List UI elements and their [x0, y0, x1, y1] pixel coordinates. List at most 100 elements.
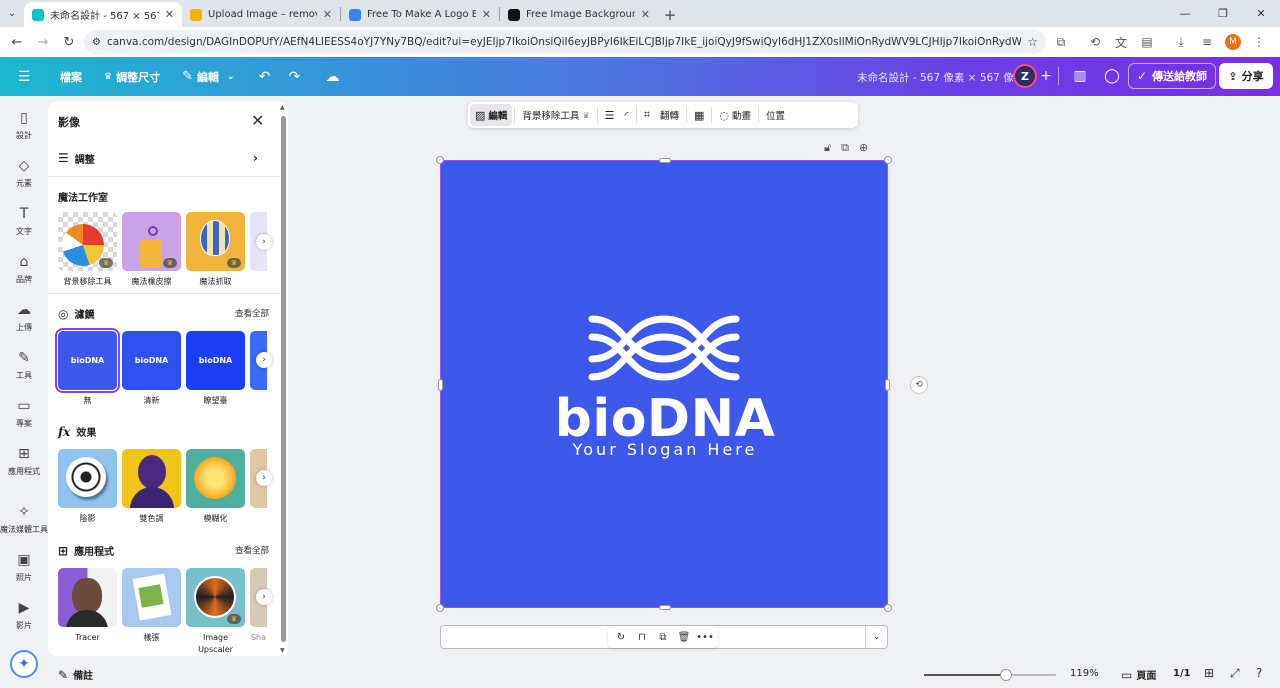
apps-see-all-link[interactable]: 查看全部 [235, 544, 269, 556]
rail-item-photos[interactable]: ▣ 照片 [0, 552, 48, 583]
insights-icon[interactable]: ▥ [1066, 62, 1094, 90]
url-field[interactable]: ⚙ canva.com/design/DAGInDOPUfY/AEfN4LIEE… [84, 30, 1046, 54]
rail-item-magic-media[interactable]: ✧ 魔法媒體工具 [0, 504, 48, 535]
browser-tab-logo[interactable]: Free To Make A Logo Backgro ✕ [341, 2, 499, 27]
new-tab-button[interactable]: + [658, 2, 682, 27]
resize-handle-bottom-right[interactable] [884, 604, 892, 612]
duplicate-page-icon[interactable]: ⧉ [841, 141, 849, 155]
magic-assistant-icon[interactable]: ✦ [10, 650, 38, 678]
magic-grab-card[interactable]: ♛ 魔法抓取 [186, 212, 245, 288]
download-icon[interactable]: ⤓ [1170, 31, 1192, 53]
rail-item-text[interactable]: T 文字 [0, 206, 48, 237]
close-tab-icon[interactable]: ✕ [165, 8, 174, 21]
grid-view-icon[interactable]: ⊞ [1204, 666, 1214, 680]
zoom-slider[interactable] [924, 669, 1056, 681]
rail-item-apps[interactable]: ⊞ 應用程式 [0, 446, 48, 477]
magic-eraser-card[interactable]: ♛ 魔法橡皮擦 [122, 212, 181, 288]
scrollbar-thumb[interactable] [281, 116, 286, 642]
adjust-row[interactable]: ☰ 調整 › [58, 150, 258, 166]
rail-item-videos[interactable]: ▶ 影片 [0, 600, 48, 631]
close-window-icon[interactable]: ✕ [1242, 0, 1280, 27]
delete-icon[interactable]: 🗑︎ [675, 628, 693, 646]
file-menu-button[interactable]: 檔案 [52, 63, 90, 91]
browser-menu-icon[interactable]: ⋮ [1248, 31, 1270, 53]
browser-tab-removebg[interactable]: Upload Image – remove.bg ✕ [182, 2, 340, 27]
edit-image-button[interactable]: ▨ 編輯 [470, 104, 513, 126]
flip-button[interactable]: 翻轉 [655, 104, 684, 126]
browser-tab-bg-remover[interactable]: Free Image Background Remo ✕ [500, 2, 658, 27]
animate-button[interactable]: ◌ 動畫 [714, 104, 756, 126]
resize-handle-top-left[interactable] [436, 156, 444, 164]
browser-tab-canva[interactable]: 未命名設計 - 567 × 567 像素 ✕ [24, 2, 182, 27]
resize-handle-right[interactable] [885, 379, 890, 391]
rail-item-design[interactable]: ▯ 設計 [0, 110, 48, 141]
extensions-icon[interactable]: ⧉ [1050, 31, 1072, 53]
corner-rounding-button[interactable]: ◜ [619, 104, 633, 126]
menu-icon[interactable]: ☰ [10, 63, 38, 91]
panel-scrollbar[interactable]: ▲ ▼ [280, 104, 286, 654]
refresh-icon[interactable]: ↻ [612, 628, 630, 646]
position-button[interactable]: 位置 [761, 104, 790, 126]
chevron-down-icon[interactable]: ⌄ [865, 626, 887, 648]
close-panel-icon[interactable]: ✕ [251, 111, 264, 130]
resize-handle-left[interactable] [438, 379, 443, 391]
forward-icon[interactable]: → [32, 31, 54, 53]
brand-slogan[interactable]: Your Slogan Here [441, 440, 889, 459]
rotate-icon[interactable]: ⟲ [910, 376, 928, 394]
resize-button[interactable]: ♛ 調整尺寸 [96, 63, 168, 91]
page-count[interactable]: 1/1 [1173, 668, 1191, 679]
undo-icon[interactable]: ↶ [251, 63, 279, 91]
bg-remover-button[interactable]: 背景移除工具 ♛ [517, 104, 594, 126]
rail-item-brand[interactable]: ⌂ 品牌 [0, 254, 48, 285]
bg-remover-card[interactable]: ♛ 背景移除工具 [58, 212, 117, 288]
cloud-save-icon[interactable]: ☁ [319, 63, 347, 91]
profile-button[interactable]: M [1222, 31, 1244, 53]
rail-item-tools[interactable]: ✎ 工具 [0, 350, 48, 381]
site-info-icon[interactable]: ⚙ [92, 37, 101, 48]
app-tracer-card[interactable]: Tracer [58, 568, 117, 656]
filters-see-all-link[interactable]: 查看全部 [235, 307, 269, 319]
scroll-right-icon[interactable]: › [256, 470, 272, 486]
bookmark-star-icon[interactable]: ☆ [1027, 35, 1038, 49]
notes-button[interactable]: ✎ 備註 [58, 667, 93, 683]
pages-button[interactable]: ▭ 頁面 [1121, 667, 1156, 683]
magic-studio-more-card[interactable] [250, 212, 267, 288]
back-icon[interactable]: ← [6, 31, 28, 53]
send-to-teacher-button[interactable]: ✓ 傳送給教師 [1128, 63, 1217, 89]
resize-handle-bottom[interactable] [659, 605, 671, 610]
resize-handle-top-right[interactable] [884, 156, 892, 164]
more-options-icon[interactable]: ••• [696, 628, 714, 646]
scroll-up-icon[interactable]: ▲ [280, 104, 285, 111]
media-control-icon[interactable]: ≡ [1196, 31, 1218, 53]
comment-icon[interactable]: ◯ [1098, 62, 1126, 90]
share-button[interactable]: ⇪ 分享 [1219, 63, 1273, 89]
zoom-slider-knob[interactable] [999, 669, 1012, 681]
filter-fresh-card[interactable]: bioDNA 清新 [122, 331, 181, 407]
filters-more-card[interactable] [250, 331, 267, 407]
rail-item-projects[interactable]: ▭ 專案 [0, 398, 48, 429]
add-page-icon[interactable]: ⊕ [859, 141, 868, 155]
crop-button[interactable]: ⌗ [639, 104, 655, 126]
effect-blur-card[interactable]: 模糊化 [186, 449, 245, 525]
edit-mode-button[interactable]: ✎ 編輯 ⌄ [174, 63, 242, 91]
filter-lookout-card[interactable]: bioDNA 瞭望臺 [186, 331, 245, 407]
scroll-down-icon[interactable]: ▼ [280, 647, 285, 654]
fullscreen-icon[interactable]: ⤢ [1230, 666, 1240, 681]
zoom-level[interactable]: 119% [1070, 668, 1099, 679]
app-mockup-card[interactable]: 樣張 [122, 568, 181, 656]
duplicate-icon[interactable]: ⧉ [654, 628, 672, 646]
resize-handle-top[interactable] [659, 158, 671, 163]
minimize-icon[interactable]: — [1166, 0, 1204, 27]
resize-handle-bottom-left[interactable] [436, 604, 444, 612]
add-collaborator-icon[interactable]: + [1038, 64, 1054, 88]
close-tab-icon[interactable]: ✕ [641, 8, 650, 21]
effects-more-card[interactable] [250, 449, 267, 525]
translate-icon[interactable]: 文 [1110, 31, 1132, 53]
scroll-right-icon[interactable]: › [256, 234, 272, 250]
lock-icon[interactable]: 🔓︎ [824, 141, 831, 155]
reload-icon[interactable]: ↻ [58, 31, 80, 53]
restore-icon[interactable]: ❐ [1204, 0, 1242, 27]
transparency-button[interactable]: ▦ [689, 104, 709, 126]
help-icon[interactable]: ? [1256, 666, 1262, 680]
history-icon[interactable]: ⟲ [1084, 31, 1106, 53]
